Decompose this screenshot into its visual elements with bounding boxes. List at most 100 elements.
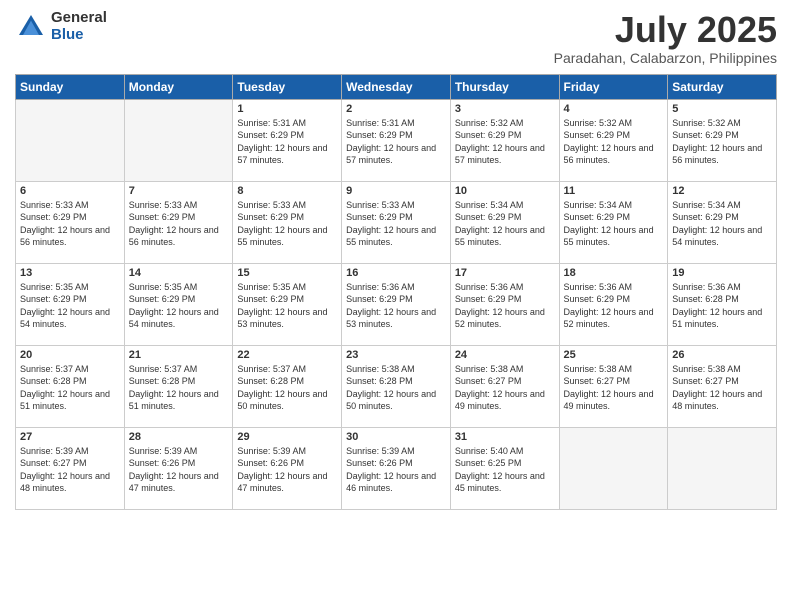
day-number: 5 — [672, 103, 772, 115]
calendar-week-1: 1 Sunrise: 5:31 AMSunset: 6:29 PMDaylight… — [16, 99, 777, 181]
day-info: Sunrise: 5:33 AMSunset: 6:29 PMDaylight:… — [129, 200, 219, 248]
table-row: 25Sunrise: 5:38 AMSunset: 6:27 PMDayligh… — [559, 345, 668, 427]
day-info: Sunrise: 5:38 AMSunset: 6:28 PMDaylight:… — [346, 364, 436, 412]
table-row: 5Sunrise: 5:32 AMSunset: 6:29 PMDaylight… — [668, 99, 777, 181]
calendar-week-3: 13Sunrise: 5:35 AMSunset: 6:29 PMDayligh… — [16, 263, 777, 345]
day-info: Sunrise: 5:39 AMSunset: 6:26 PMDaylight:… — [129, 446, 219, 494]
table-row: 18 Sunrise: 5:36 AMSunset: 6:29 PMDayligh… — [559, 263, 668, 345]
day-info: Sunrise: 5:33 AMSunset: 6:29 PMDaylight:… — [346, 200, 436, 248]
page: General Blue July 2025 Paradahan, Calaba… — [0, 0, 792, 612]
day-number: 8 — [237, 185, 337, 197]
day-number: 2 — [346, 103, 446, 115]
day-number: 21 — [129, 349, 229, 361]
day-info: Sunrise: 5:38 AMSunset: 6:27 PMDaylight:… — [455, 364, 545, 412]
table-row: 2 Sunrise: 5:31 AMSunset: 6:29 PMDaylight… — [342, 99, 451, 181]
day-number: 31 — [455, 431, 555, 443]
table-row: 1Sunrise: 5:31 AMSunset: 6:29 PMDaylight… — [233, 99, 342, 181]
header: General Blue July 2025 Paradahan, Calaba… — [15, 10, 777, 66]
day-info: Sunrise: 5:33 AMSunset: 6:29 PMDaylight:… — [237, 200, 327, 248]
table-row: 19 Sunrise: 5:36 AMSunset: 6:28 PMDayligh… — [668, 263, 777, 345]
day-info: Sunrise: 5:34 AMSunset: 6:29 PMDaylight:… — [455, 200, 545, 248]
table-row — [16, 99, 125, 181]
day-number: 29 — [237, 431, 337, 443]
header-sunday: Sunday — [16, 74, 125, 99]
table-row: 17 Sunrise: 5:36 AMSunset: 6:29 PMDayligh… — [450, 263, 559, 345]
table-row: 20 Sunrise: 5:37 AMSunset: 6:28 PMDayligh… — [16, 345, 125, 427]
table-row: 13Sunrise: 5:35 AMSunset: 6:29 PMDayligh… — [16, 263, 125, 345]
day-info: Sunrise: 5:36 AMSunset: 6:28 PMDaylight:… — [672, 282, 762, 330]
day-number: 1 — [237, 103, 337, 115]
day-number: 24 — [455, 349, 555, 361]
table-row: 14 Sunrise: 5:35 AMSunset: 6:29 PMDayligh… — [124, 263, 233, 345]
table-row: 4Sunrise: 5:32 AMSunset: 6:29 PMDaylight… — [559, 99, 668, 181]
day-number: 15 — [237, 267, 337, 279]
table-row: 8 Sunrise: 5:33 AMSunset: 6:29 PMDaylight… — [233, 181, 342, 263]
day-number: 19 — [672, 267, 772, 279]
day-info: Sunrise: 5:40 AMSunset: 6:25 PMDaylight:… — [455, 446, 545, 494]
main-title: July 2025 — [554, 10, 777, 50]
day-info: Sunrise: 5:36 AMSunset: 6:29 PMDaylight:… — [564, 282, 654, 330]
table-row: 21 Sunrise: 5:37 AMSunset: 6:28 PMDayligh… — [124, 345, 233, 427]
day-number: 3 — [455, 103, 555, 115]
calendar-header-row: Sunday Monday Tuesday Wednesday Thursday… — [16, 74, 777, 99]
day-number: 30 — [346, 431, 446, 443]
title-area: July 2025 Paradahan, Calabarzon, Philipp… — [554, 10, 777, 66]
calendar-week-4: 20 Sunrise: 5:37 AMSunset: 6:28 PMDayligh… — [16, 345, 777, 427]
table-row: 7 Sunrise: 5:33 AMSunset: 6:29 PMDaylight… — [124, 181, 233, 263]
day-info: Sunrise: 5:33 AMSunset: 6:29 PMDaylight:… — [20, 200, 110, 248]
logo: General Blue — [15, 10, 107, 43]
table-row: 6 Sunrise: 5:33 AMSunset: 6:29 PMDaylight… — [16, 181, 125, 263]
day-info: Sunrise: 5:35 AMSunset: 6:29 PMDaylight:… — [129, 282, 219, 330]
table-row — [124, 99, 233, 181]
day-info: Sunrise: 5:39 AMSunset: 6:26 PMDaylight:… — [237, 446, 327, 494]
day-number: 26 — [672, 349, 772, 361]
calendar-week-5: 27 Sunrise: 5:39 AMSunset: 6:27 PMDayligh… — [16, 427, 777, 509]
day-number: 16 — [346, 267, 446, 279]
table-row: 15 Sunrise: 5:35 AMSunset: 6:29 PMDayligh… — [233, 263, 342, 345]
day-info: Sunrise: 5:37 AMSunset: 6:28 PMDaylight:… — [237, 364, 327, 412]
day-info: Sunrise: 5:37 AMSunset: 6:28 PMDaylight:… — [20, 364, 110, 412]
day-info: Sunrise: 5:35 AMSunset: 6:29 PMDaylight:… — [237, 282, 327, 330]
day-number: 9 — [346, 185, 446, 197]
day-number: 23 — [346, 349, 446, 361]
day-number: 18 — [564, 267, 664, 279]
table-row: 27 Sunrise: 5:39 AMSunset: 6:27 PMDayligh… — [16, 427, 125, 509]
table-row: 22 Sunrise: 5:37 AMSunset: 6:28 PMDayligh… — [233, 345, 342, 427]
day-number: 17 — [455, 267, 555, 279]
day-number: 27 — [20, 431, 120, 443]
table-row: 24 Sunrise: 5:38 AMSunset: 6:27 PMDayligh… — [450, 345, 559, 427]
day-number: 14 — [129, 267, 229, 279]
table-row: 3 Sunrise: 5:32 AMSunset: 6:29 PMDaylight… — [450, 99, 559, 181]
day-info: Sunrise: 5:34 AMSunset: 6:29 PMDaylight:… — [672, 200, 762, 248]
day-info: Sunrise: 5:36 AMSunset: 6:29 PMDaylight:… — [455, 282, 545, 330]
logo-general-label: General — [51, 10, 107, 27]
table-row: 9 Sunrise: 5:33 AMSunset: 6:29 PMDaylight… — [342, 181, 451, 263]
generalblue-logo-icon — [15, 11, 47, 43]
day-number: 7 — [129, 185, 229, 197]
calendar-table: Sunday Monday Tuesday Wednesday Thursday… — [15, 74, 777, 510]
day-number: 25 — [564, 349, 664, 361]
day-number: 10 — [455, 185, 555, 197]
logo-blue-label: Blue — [51, 27, 107, 44]
day-info: Sunrise: 5:37 AMSunset: 6:28 PMDaylight:… — [129, 364, 219, 412]
header-monday: Monday — [124, 74, 233, 99]
subtitle: Paradahan, Calabarzon, Philippines — [554, 50, 777, 66]
day-info: Sunrise: 5:32 AMSunset: 6:29 PMDaylight:… — [564, 118, 654, 166]
header-wednesday: Wednesday — [342, 74, 451, 99]
header-saturday: Saturday — [668, 74, 777, 99]
day-info: Sunrise: 5:32 AMSunset: 6:29 PMDaylight:… — [455, 118, 545, 166]
day-info: Sunrise: 5:31 AMSunset: 6:29 PMDaylight:… — [346, 118, 436, 166]
day-number: 22 — [237, 349, 337, 361]
header-thursday: Thursday — [450, 74, 559, 99]
day-info: Sunrise: 5:39 AMSunset: 6:27 PMDaylight:… — [20, 446, 110, 494]
calendar-week-2: 6 Sunrise: 5:33 AMSunset: 6:29 PMDaylight… — [16, 181, 777, 263]
day-info: Sunrise: 5:39 AMSunset: 6:26 PMDaylight:… — [346, 446, 436, 494]
day-number: 6 — [20, 185, 120, 197]
day-info: Sunrise: 5:34 AMSunset: 6:29 PMDaylight:… — [564, 200, 654, 248]
day-info: Sunrise: 5:38 AMSunset: 6:27 PMDaylight:… — [672, 364, 762, 412]
logo-text: General Blue — [51, 10, 107, 43]
table-row: 10 Sunrise: 5:34 AMSunset: 6:29 PMDayligh… — [450, 181, 559, 263]
day-number: 12 — [672, 185, 772, 197]
table-row: 12 Sunrise: 5:34 AMSunset: 6:29 PMDayligh… — [668, 181, 777, 263]
day-number: 20 — [20, 349, 120, 361]
